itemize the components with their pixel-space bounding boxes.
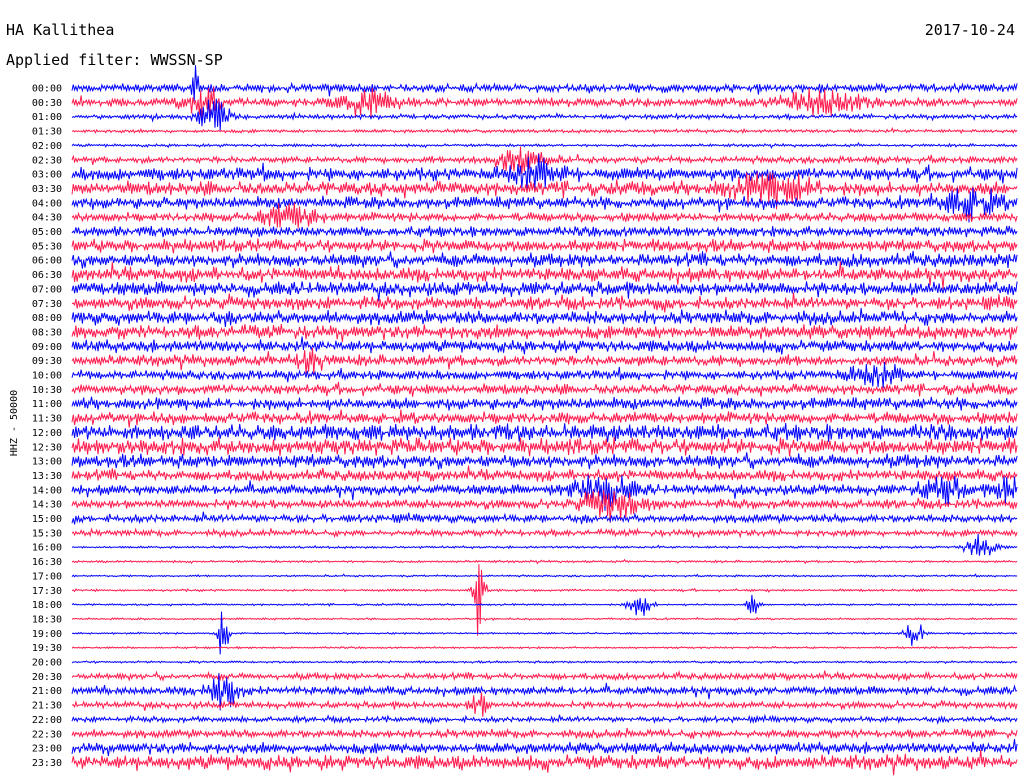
time-tick-label: 05:30	[32, 241, 62, 252]
time-tick-label: 16:30	[32, 557, 62, 568]
seismic-trace	[71, 659, 1018, 665]
time-tick-label: 11:00	[32, 399, 62, 410]
time-tick-label: 01:00	[32, 112, 62, 123]
time-tick-label: 14:30	[32, 500, 62, 511]
time-tick-label: 19:00	[32, 629, 62, 640]
time-tick-label: 20:00	[32, 658, 62, 669]
time-tick-label: 09:30	[32, 356, 62, 367]
seismic-trace	[71, 238, 1018, 254]
time-tick-label: 00:30	[32, 98, 62, 109]
time-tick-label: 03:00	[32, 170, 62, 181]
time-tick-label: 17:00	[32, 571, 62, 582]
time-tick-label: 01:30	[32, 127, 62, 138]
seismic-trace	[71, 225, 1018, 238]
seismic-trace	[71, 437, 1018, 457]
time-tick-label: 04:00	[32, 198, 62, 209]
time-tick-label: 15:00	[32, 514, 62, 525]
time-tick-label: 21:30	[32, 701, 62, 712]
time-tick-label: 06:30	[32, 270, 62, 281]
time-tick-label: 22:30	[32, 729, 62, 740]
seismic-trace	[71, 558, 1018, 565]
seismic-trace	[71, 409, 1018, 428]
time-tick-label: 05:00	[32, 227, 62, 238]
seismic-trace	[71, 381, 1018, 397]
time-tick-label: 12:30	[32, 442, 62, 453]
time-tick-label: 16:00	[32, 543, 62, 554]
seismic-trace	[71, 527, 1018, 539]
time-tick-label: 13:00	[32, 457, 62, 468]
seismic-trace	[71, 749, 1018, 776]
seismic-trace	[71, 616, 1018, 622]
time-tick-label: 23:00	[32, 744, 62, 755]
helicorder-plot: 00:00 00:30 01:00 01:30 02:00 02:30 03:00 03:30…	[9, 65, 1018, 776]
seismic-trace	[71, 307, 1018, 327]
time-tick-label: 14:00	[32, 485, 62, 496]
seismic-trace	[71, 347, 1018, 375]
seismic-trace	[71, 452, 1018, 470]
time-tick-label: 17:30	[32, 586, 62, 597]
seismic-trace	[71, 511, 1018, 525]
time-tick-label: 00:00	[32, 84, 62, 95]
time-tick-label: 09:00	[32, 342, 62, 353]
time-tick-label: 23:30	[32, 758, 62, 769]
time-tick-label: 08:00	[32, 313, 62, 324]
seismic-trace	[71, 126, 1018, 135]
seismic-trace	[71, 361, 1018, 389]
seismic-trace	[71, 727, 1018, 740]
seismic-trace	[71, 292, 1018, 313]
time-tick-label: 19:30	[32, 643, 62, 654]
seismic-trace	[71, 739, 1018, 757]
seismic-trace	[71, 573, 1018, 579]
seismic-trace	[71, 324, 1018, 342]
time-tick-label: 04:30	[32, 213, 62, 224]
seismic-trace	[71, 396, 1018, 411]
seismic-trace	[71, 261, 1018, 289]
seismic-trace	[71, 564, 1018, 636]
time-tick-label: 06:00	[32, 256, 62, 267]
time-tick-label: 03:30	[32, 184, 62, 195]
time-tick-labels: 00:00 00:30 01:00 01:30 02:00 02:30 03:00 03:30…	[32, 84, 62, 769]
seismic-trace	[71, 336, 1018, 355]
seismic-trace	[71, 250, 1018, 269]
time-tick-label: 07:30	[32, 299, 62, 310]
seismic-trace	[71, 423, 1018, 442]
seismic-trace	[71, 713, 1018, 726]
trace-group	[71, 65, 1018, 776]
time-tick-label: 18:30	[32, 614, 62, 625]
time-tick-label: 12:00	[32, 428, 62, 439]
time-tick-label: 15:30	[32, 528, 62, 539]
time-tick-label: 20:30	[32, 672, 62, 683]
seismic-trace	[71, 141, 1018, 150]
time-tick-label: 13:30	[32, 471, 62, 482]
seismic-trace	[71, 645, 1018, 650]
seismic-trace	[71, 465, 1018, 483]
time-tick-label: 21:00	[32, 686, 62, 697]
seismic-trace	[71, 594, 1018, 616]
seismic-trace	[71, 202, 1018, 229]
time-tick-label: 10:00	[32, 371, 62, 382]
time-tick-label: 10:30	[32, 385, 62, 396]
time-tick-label: 02:00	[32, 141, 62, 152]
time-tick-label: 02:30	[32, 155, 62, 166]
time-tick-label: 11:30	[32, 414, 62, 425]
time-tick-label: 22:00	[32, 715, 62, 726]
time-tick-label: 07:00	[32, 284, 62, 295]
seismic-trace	[71, 692, 1018, 717]
seismic-trace	[71, 533, 1018, 556]
time-tick-label: 18:00	[32, 600, 62, 611]
channel-label: HHZ - 50000	[9, 390, 20, 456]
time-tick-label: 08:30	[32, 327, 62, 338]
